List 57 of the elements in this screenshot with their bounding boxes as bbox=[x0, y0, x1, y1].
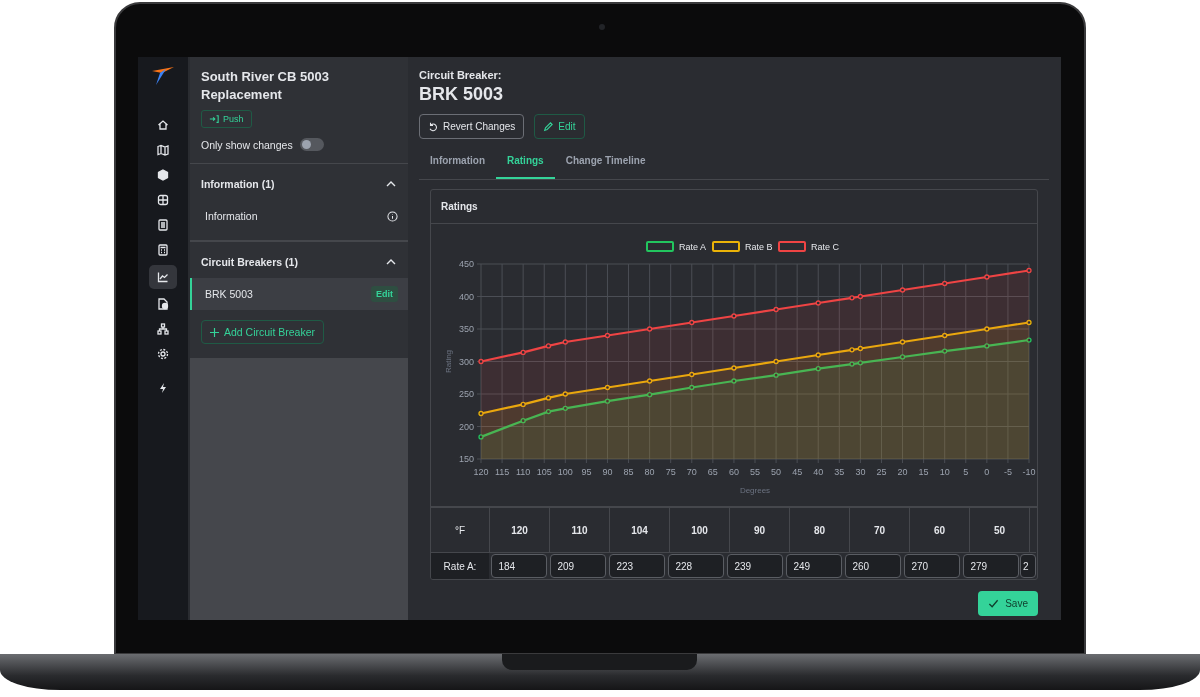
temperature-header: 120 bbox=[490, 507, 550, 552]
toggle-label: Only show changes bbox=[201, 138, 293, 151]
x-tick-label: 30 bbox=[855, 467, 866, 477]
section-title: Circuit Breakers (1) bbox=[201, 256, 298, 268]
page-subtitle: Circuit Breaker: bbox=[419, 69, 503, 81]
x-tick-label: 105 bbox=[536, 467, 552, 477]
x-tick-label: -5 bbox=[1003, 467, 1012, 477]
x-tick-label: 45 bbox=[792, 467, 803, 477]
x-tick-label: 15 bbox=[918, 467, 929, 477]
x-tick-label: 110 bbox=[515, 467, 531, 477]
temperature-header: 60 bbox=[910, 507, 970, 552]
x-tick-label: 75 bbox=[665, 467, 676, 477]
x-tick-label: 95 bbox=[581, 467, 592, 477]
x-tick-label: 50 bbox=[771, 467, 782, 477]
x-tick-label: 55 bbox=[749, 467, 761, 477]
x-tick-label: 70 bbox=[686, 467, 697, 477]
y-tick-label: 200 bbox=[458, 421, 474, 432]
x-tick-label: 35 bbox=[834, 467, 845, 477]
y-tick-label: 450 bbox=[458, 259, 474, 269]
card-title: Ratings bbox=[431, 190, 1037, 224]
x-tick-label: 80 bbox=[644, 467, 655, 477]
page-title: BRK 5003 bbox=[419, 84, 505, 105]
y-axis-title: Rating bbox=[444, 349, 453, 374]
ratings-card: Ratings 120 115 110 105 100 95 90 85 80 75 70 65 60 55 50 45 40 35 30 25 20 15 10 5 0 -5 -10 150 200 250 300 350 400 450 Degrees Rating Rate A Rate B Rate C °F 120 110 104 100 90 80 70 60 50 Rate A: 184 209 223 228 239 249 260 270 279 2 bbox=[430, 189, 1038, 580]
x-tick-label: 10 bbox=[939, 467, 950, 477]
x-tick-label: 5 bbox=[963, 467, 969, 477]
temperature-header: 80 bbox=[790, 507, 850, 552]
row-label: Rate A: bbox=[431, 552, 489, 579]
y-tick-label: 150 bbox=[458, 454, 474, 464]
temperature-header: 100 bbox=[670, 507, 730, 552]
x-axis-title: Degrees bbox=[739, 486, 771, 495]
legend-label: Rate B bbox=[745, 242, 773, 252]
x-tick-label: 90 bbox=[602, 467, 613, 477]
x-tick-label: 20 bbox=[897, 467, 908, 477]
x-tick-label: 40 bbox=[813, 467, 824, 477]
y-tick-label: 300 bbox=[458, 356, 474, 367]
temperature-header: 70 bbox=[850, 507, 910, 552]
temperature-header: 104 bbox=[610, 507, 670, 552]
x-tick-label: -10 bbox=[1022, 467, 1036, 477]
y-tick-label: 250 bbox=[458, 389, 474, 399]
project-title: South River CB 5003 Replacement bbox=[201, 68, 330, 104]
y-tick-label: 350 bbox=[458, 324, 474, 334]
section-title: Information (1) bbox=[201, 178, 275, 190]
x-tick-label: 0 bbox=[984, 467, 990, 477]
y-tick-label: 400 bbox=[458, 291, 474, 302]
x-tick-label: 85 bbox=[623, 467, 634, 477]
temperature-header: 50 bbox=[970, 507, 1030, 552]
x-tick-label: 25 bbox=[876, 467, 887, 477]
x-tick-label: 65 bbox=[707, 467, 718, 477]
legend-label: Rate C bbox=[811, 242, 840, 252]
x-tick-label: 60 bbox=[728, 467, 739, 477]
x-tick-label: 100 bbox=[557, 467, 573, 477]
legend-label: Rate A bbox=[679, 242, 707, 252]
x-tick-label: 115 bbox=[494, 467, 510, 477]
x-tick-label: 120 bbox=[473, 467, 489, 477]
temperature-header: 110 bbox=[550, 507, 610, 552]
temperature-header: 90 bbox=[730, 507, 790, 552]
